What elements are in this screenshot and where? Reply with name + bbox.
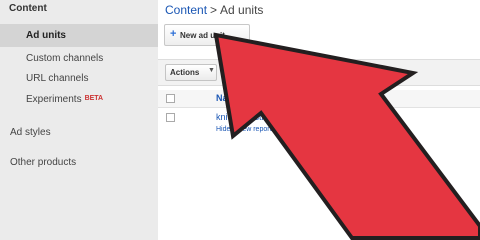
red-arrow-pointer-icon bbox=[213, 32, 480, 240]
arrow-shape bbox=[213, 32, 480, 240]
